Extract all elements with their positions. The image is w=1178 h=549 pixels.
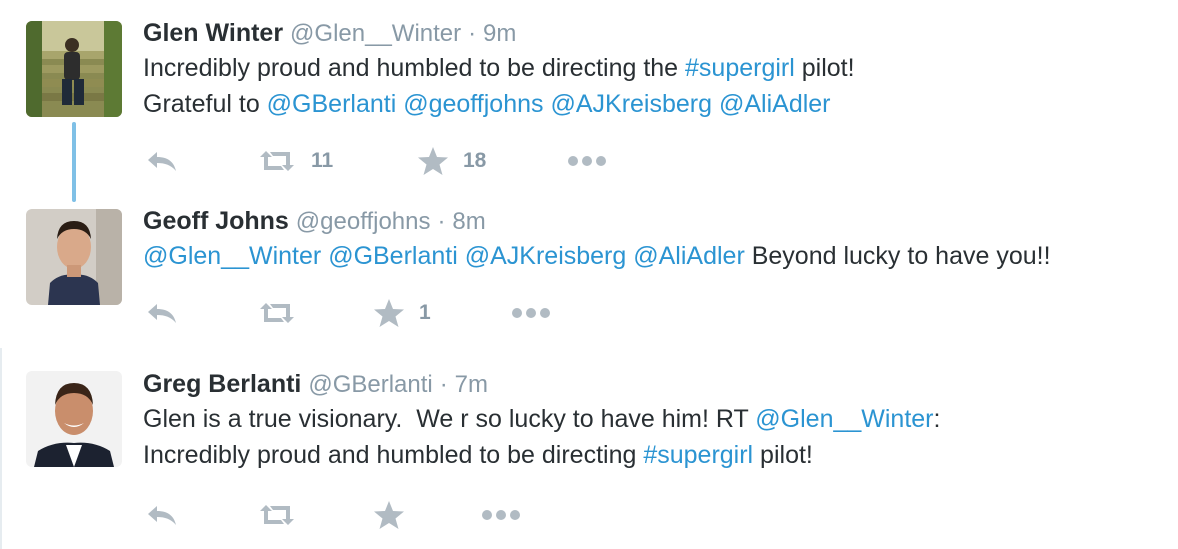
mention-link[interactable]: @AliAdler bbox=[719, 90, 831, 118]
retweet-icon bbox=[260, 151, 294, 171]
author-name[interactable]: Glen Winter bbox=[143, 19, 283, 47]
text-segment: Beyond lucky to have you!! bbox=[744, 242, 1051, 270]
more-button[interactable] bbox=[511, 295, 551, 331]
tweet-header: Greg Berlanti @GBerlanti · 7m bbox=[143, 367, 1178, 401]
avatar[interactable] bbox=[26, 21, 122, 117]
text-segment: Glen is a true visionary. We r so lucky … bbox=[143, 405, 756, 433]
text-segment: : bbox=[933, 405, 941, 433]
separator-dot: · bbox=[468, 20, 477, 47]
author-handle[interactable]: @GBerlanti bbox=[308, 371, 432, 398]
author-handle[interactable]: @Glen__Winter bbox=[290, 20, 461, 47]
mention-link[interactable]: @Glen__Winter bbox=[143, 242, 321, 270]
tweet-actions bbox=[145, 497, 665, 533]
retweet-icon bbox=[260, 303, 294, 323]
more-dots-icon bbox=[512, 308, 550, 318]
separator-dot: · bbox=[439, 371, 448, 398]
reply-button[interactable] bbox=[145, 295, 179, 331]
retweet-count: 11 bbox=[311, 149, 334, 172]
reply-button[interactable] bbox=[145, 497, 179, 533]
author-handle[interactable]: @geoffjohns bbox=[296, 208, 431, 235]
star-icon bbox=[418, 147, 448, 175]
text-segment: Grateful to bbox=[143, 90, 267, 118]
mention-link[interactable]: @AJKreisberg bbox=[465, 242, 627, 270]
tweet-header: Geoff Johns @geoffjohns · 8m bbox=[143, 204, 1178, 238]
tweet-text: Glen is a true visionary. We r so lucky … bbox=[143, 401, 1178, 473]
tweet-text: @Glen__Winter @GBerlanti @AJKreisberg @A… bbox=[143, 238, 1178, 274]
mention-link[interactable]: @Glen__Winter bbox=[755, 405, 933, 433]
timestamp[interactable]: 9m bbox=[483, 20, 516, 47]
tweet-text-line: Grateful to @GBerlanti @geoffjohns @AJKr… bbox=[143, 86, 1178, 122]
tweet-actions: 11 18 bbox=[145, 143, 665, 179]
separator-dot: · bbox=[437, 208, 446, 235]
author-name[interactable]: Geoff Johns bbox=[143, 207, 289, 235]
timestamp[interactable]: 7m bbox=[455, 371, 488, 398]
avatar[interactable] bbox=[26, 209, 122, 305]
more-dots-icon bbox=[482, 510, 520, 520]
retweet-button[interactable] bbox=[257, 295, 311, 331]
tweet-text-line: Incredibly proud and humbled to be direc… bbox=[143, 50, 1178, 86]
retweet-button[interactable] bbox=[257, 497, 311, 533]
tweet-text-line: Incredibly proud and humbled to be direc… bbox=[143, 437, 1178, 473]
text-segment: pilot! bbox=[753, 441, 813, 469]
avatar[interactable] bbox=[26, 371, 122, 467]
author-name[interactable]: Greg Berlanti bbox=[143, 370, 301, 398]
text-segment bbox=[712, 90, 719, 118]
more-button[interactable] bbox=[567, 143, 607, 179]
mention-link[interactable]: @GBerlanti bbox=[328, 242, 458, 270]
reply-icon bbox=[148, 506, 176, 525]
favorite-button[interactable] bbox=[373, 497, 419, 533]
reply-icon bbox=[148, 304, 176, 323]
star-icon bbox=[374, 299, 404, 327]
favorite-button[interactable]: 18 bbox=[417, 143, 486, 179]
favorite-count: 18 bbox=[463, 149, 487, 172]
text-segment bbox=[458, 242, 465, 270]
hashtag-link[interactable]: #supergirl bbox=[643, 441, 753, 469]
more-button[interactable] bbox=[481, 497, 521, 533]
mention-link[interactable]: @GBerlanti bbox=[267, 90, 397, 118]
timeline-divider bbox=[0, 348, 2, 549]
mention-link[interactable]: @AliAdler bbox=[633, 242, 745, 270]
mention-link[interactable]: @geoffjohns bbox=[403, 90, 543, 118]
reply-icon bbox=[148, 152, 176, 171]
mention-link[interactable]: @AJKreisberg bbox=[550, 90, 712, 118]
tweet-text: Incredibly proud and humbled to be direc… bbox=[143, 50, 1178, 122]
tweet-text-line: @Glen__Winter @GBerlanti @AJKreisberg @A… bbox=[143, 238, 1178, 274]
more-dots-icon bbox=[568, 156, 606, 166]
text-segment: Incredibly proud and humbled to be direc… bbox=[143, 54, 686, 82]
timestamp[interactable]: 8m bbox=[452, 208, 485, 235]
tweet-text-line: Glen is a true visionary. We r so lucky … bbox=[143, 401, 1178, 437]
tweet-header: Glen Winter @Glen__Winter · 9m bbox=[143, 16, 1178, 50]
tweet-actions: 1 bbox=[145, 295, 665, 331]
text-segment: Incredibly proud and humbled to be direc… bbox=[143, 441, 644, 469]
favorite-count: 1 bbox=[419, 301, 431, 324]
reply-button[interactable] bbox=[145, 143, 179, 179]
favorite-button[interactable]: 1 bbox=[373, 295, 431, 331]
star-icon bbox=[374, 501, 404, 529]
hashtag-link[interactable]: #supergirl bbox=[685, 54, 795, 82]
retweet-icon bbox=[260, 505, 294, 525]
text-segment: pilot! bbox=[794, 54, 855, 82]
conversation-thread-line bbox=[72, 122, 76, 202]
retweet-button[interactable]: 11 bbox=[257, 143, 333, 179]
